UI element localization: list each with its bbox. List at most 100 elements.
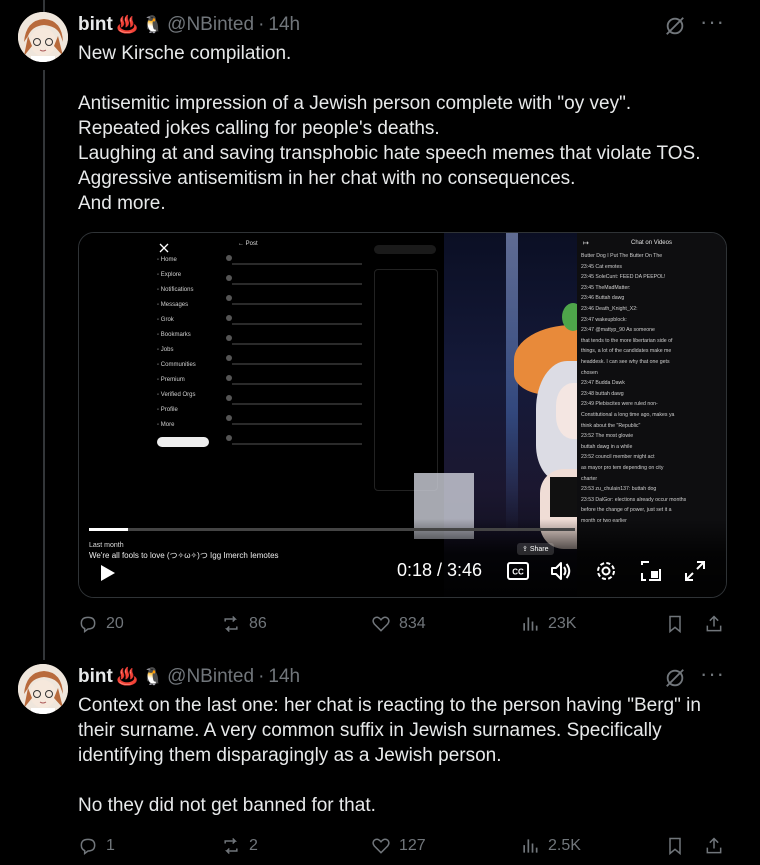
share-icon[interactable] <box>704 836 724 856</box>
video-feed-row <box>232 403 362 405</box>
chat-message: that tends to the more libertarian side … <box>581 337 673 344</box>
fullscreen-icon[interactable] <box>683 559 707 583</box>
penguin-emoji: 🐧 <box>142 15 164 34</box>
chat-message: buttah dawg in a while <box>581 443 633 450</box>
video-feed-avatar <box>226 415 232 421</box>
video-nav-item: ◦ Profile <box>157 407 178 413</box>
timestamp[interactable]: 14h <box>268 666 300 688</box>
grok-icon[interactable] <box>664 667 686 689</box>
post-button <box>157 437 209 447</box>
views-button[interactable]: 23K <box>520 614 576 634</box>
views-bar-chart-icon <box>523 839 538 853</box>
chat-message: things, a lot of the candidates make me <box>581 348 672 355</box>
views-bar-chart-icon <box>523 617 538 631</box>
chat-message: 23:46 Buttah dawg <box>581 295 625 302</box>
video-feed-row <box>232 383 362 385</box>
video-feed-avatar <box>226 355 232 361</box>
display-name[interactable]: bint <box>78 666 113 688</box>
video-nav-item: ◦ Notifications <box>157 287 194 293</box>
chat-message: charter <box>581 475 598 482</box>
chat-message: 23:48 buttah dawg <box>581 390 624 397</box>
video-nav-item: ◦ Grok <box>157 317 174 323</box>
avatar[interactable] <box>18 12 68 62</box>
timestamp[interactable]: 14h <box>268 14 300 36</box>
chat-message: 23:52 The most glowie <box>581 433 634 440</box>
settings-gear-icon[interactable] <box>594 559 618 583</box>
share-icon: ⇪ <box>522 546 530 553</box>
chat-message: think about the "Republic" <box>581 422 641 429</box>
video-feed-row <box>232 443 362 445</box>
progress-fill <box>89 528 128 531</box>
video-feed-row <box>232 343 362 345</box>
display-name[interactable]: bint <box>78 14 113 36</box>
captions-icon[interactable]: CC <box>506 559 530 583</box>
heart-icon <box>372 838 390 854</box>
x-logo-icon <box>159 243 169 253</box>
video-date: Last month <box>89 542 124 549</box>
chat-message: 23:47 @mattyp_90 As someone <box>581 327 655 334</box>
chat-title: Chat on Videos <box>631 240 672 246</box>
tweet[interactable]: bint ♨️ 🐧 @NBinted · 14h ··· New Kirsche… <box>0 0 760 645</box>
like-button[interactable]: 834 <box>371 614 426 634</box>
like-button[interactable]: 127 <box>371 836 426 856</box>
chat-message: 23:45 Cat emotes <box>581 263 622 270</box>
reply-icon <box>80 616 96 633</box>
video-feed-avatar <box>226 435 232 441</box>
like-count: 834 <box>399 615 426 632</box>
video-feed-row <box>232 263 362 265</box>
video-player[interactable]: ◦ Home ◦ Explore ◦ Notifications ◦ Messages… <box>78 232 727 598</box>
play-icon[interactable] <box>97 563 117 583</box>
video-feed-avatar <box>226 295 232 301</box>
video-feed-avatar <box>226 395 232 401</box>
penguin-emoji: 🐧 <box>142 667 164 686</box>
reply-button[interactable]: 1 <box>78 836 115 856</box>
avatar[interactable] <box>18 664 68 714</box>
share-icon[interactable] <box>704 614 724 634</box>
repost-icon <box>224 615 238 633</box>
views-button[interactable]: 2.5K <box>520 836 581 856</box>
video-feed-avatar <box>226 275 232 281</box>
video-nav-item: ◦ Bookmarks <box>157 332 191 338</box>
like-count: 127 <box>399 837 426 854</box>
reply-button[interactable]: 20 <box>78 614 124 634</box>
video-nav-item: ◦ Jobs <box>157 347 174 353</box>
tweet[interactable]: bint ♨️ 🐧 @NBinted · 14h ··· Context on … <box>0 650 760 865</box>
view-count: 2.5K <box>548 837 581 854</box>
video-feed-avatar <box>226 315 232 321</box>
chat-message: headdesk. I can see why that one gets <box>581 359 670 365</box>
video-feed-avatar <box>226 255 232 261</box>
video-feed-row <box>232 303 362 305</box>
repost-count: 86 <box>249 615 267 632</box>
grok-icon[interactable] <box>664 15 686 37</box>
share-label: Share <box>529 546 549 553</box>
chat-message: 23:46 Death_Knight_X2: <box>581 306 638 312</box>
volume-icon[interactable] <box>549 559 573 583</box>
chat-message: 23:45 TheMadMatter: <box>581 284 631 291</box>
chat-message: as mayor pro tem depending on city <box>581 465 664 471</box>
chat-message: 23:52 council member might act <box>581 454 655 461</box>
tweet-text: New Kirsche compilation. Antisemitic imp… <box>78 43 701 214</box>
chat-message: Butter Dog I Put The Butter On The <box>581 253 663 259</box>
hot-springs-emoji: ♨️ <box>116 667 138 686</box>
repost-button[interactable]: 2 <box>221 836 258 856</box>
more-icon[interactable]: ··· <box>700 663 724 688</box>
chat-message: 23:49 Plebiscites were ruled non- <box>581 401 658 408</box>
video-nav-item: ◦ More <box>157 422 175 428</box>
repost-count: 2 <box>249 837 258 854</box>
share-button[interactable]: ⇪ Share <box>517 543 554 555</box>
pip-icon[interactable] <box>639 559 663 583</box>
svg-text:CC: CC <box>512 568 524 577</box>
repost-button[interactable]: 86 <box>221 614 267 634</box>
video-nav-item: ◦ Home <box>157 257 177 263</box>
tweet-header: bint ♨️ 🐧 @NBinted · 14h <box>78 666 300 688</box>
video-nav-item: ◦ Premium <box>157 377 185 383</box>
handle[interactable]: @NBinted <box>167 14 254 36</box>
more-icon[interactable]: ··· <box>700 11 724 36</box>
bookmark-icon[interactable] <box>665 614 685 634</box>
progress-bar[interactable] <box>89 528 575 531</box>
tweet-actions: 20 86 834 23K <box>78 612 728 636</box>
view-count: 23K <box>548 615 577 632</box>
video-feed-row <box>232 363 362 365</box>
handle[interactable]: @NBinted <box>167 666 254 688</box>
bookmark-icon[interactable] <box>665 836 685 856</box>
